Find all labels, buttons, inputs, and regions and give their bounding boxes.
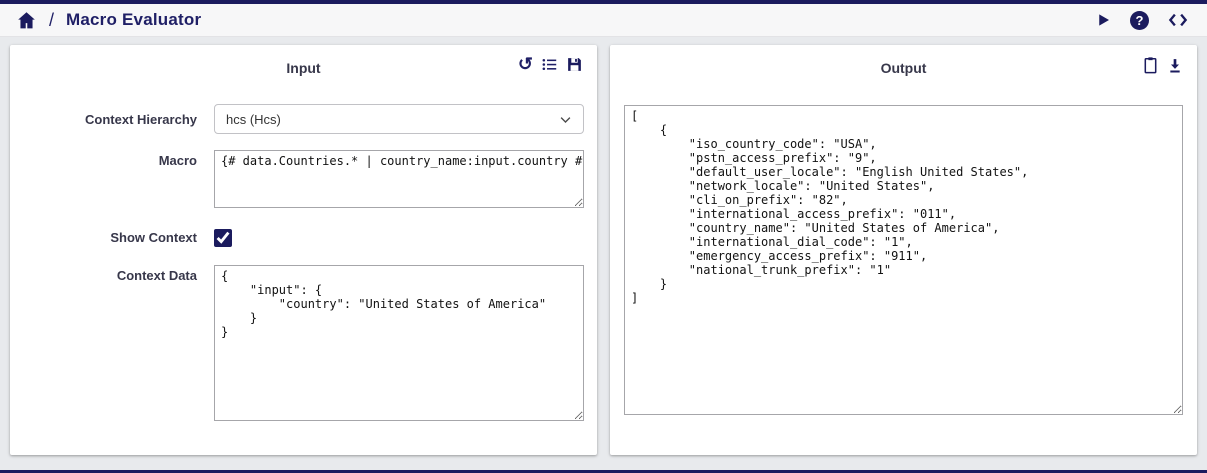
show-context-checkbox[interactable] [214,229,232,247]
run-icon[interactable] [1094,11,1112,29]
context-data-label: Context Data [10,265,197,283]
context-hierarchy-select[interactable]: hcs (Hcs) [214,104,584,134]
output-panel: Output [ { "iso_country_co [610,45,1197,455]
show-context-label: Show Context [10,228,197,245]
macro-label: Macro [10,150,197,168]
context-hierarchy-label: Context Hierarchy [10,104,197,127]
restore-icon[interactable]: ↺ [518,56,533,73]
macro-row: Macro {# data.Countries.* | country_name… [10,150,597,208]
context-hierarchy-value: hcs (Hcs) [226,112,281,127]
output-textarea[interactable]: [ { "iso_country_code": "USA", "pstn_acc… [624,105,1183,415]
input-panel-header: Input ↺ [10,45,597,89]
save-icon[interactable] [566,56,583,73]
output-body: [ { "iso_country_code": "USA", "pstn_acc… [610,89,1197,415]
context-hierarchy-row: Context Hierarchy hcs (Hcs) [10,104,597,134]
app-header: / Macro Evaluator ? [0,4,1207,37]
output-panel-header: Output [610,45,1197,89]
context-data-row: Context Data { "input": { "country": "Un… [10,265,597,421]
download-icon[interactable] [1167,57,1183,74]
content-area: Input ↺ [0,37,1207,455]
input-form: Context Hierarchy hcs (Hcs) Macro {# dat… [10,89,597,421]
context-data-input[interactable]: { "input": { "country": "United States o… [214,265,584,421]
output-panel-actions [1142,56,1183,74]
copy-icon[interactable] [1142,56,1159,74]
breadcrumb: / Macro Evaluator [16,10,201,31]
input-panel: Input ↺ [10,45,597,455]
macro-input[interactable]: {# data.Countries.* | country_name:input… [214,150,584,208]
help-icon[interactable]: ? [1130,11,1149,30]
chevron-down-icon [558,112,573,127]
home-icon[interactable] [16,10,37,31]
code-icon[interactable] [1167,11,1189,29]
breadcrumb-separator: / [49,10,54,31]
show-context-row: Show Context [10,228,597,252]
input-panel-title: Input [10,60,597,76]
header-actions: ? [1094,11,1189,30]
list-icon[interactable] [541,56,558,73]
output-panel-title: Output [610,60,1197,76]
input-panel-actions: ↺ [518,56,583,73]
page-title: Macro Evaluator [66,10,201,30]
